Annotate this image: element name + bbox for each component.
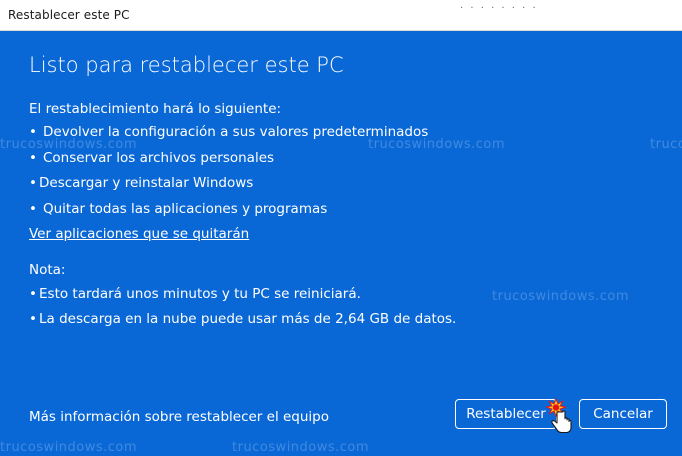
reset-actions-list: • Devolver la configuración a sus valores…: [29, 124, 428, 226]
list-item-text: Esto tardará unos minutos y tu PC se rei…: [39, 286, 361, 302]
list-item-text: La descarga en la nube puede usar más de…: [39, 311, 457, 327]
bullet: •: [29, 175, 37, 191]
dialog-content: trucoswindows.com trucoswindows.com truc…: [0, 31, 682, 456]
reset-pc-dialog: Restablecer este PC · · · · · · · · truc…: [0, 0, 682, 456]
bullet: •: [29, 200, 37, 217]
title-bar: Restablecer este PC · · · · · · · ·: [0, 0, 682, 31]
watermark: trucoswindows.com: [650, 137, 682, 152]
title-bar-dots: · · · · · · · ·: [460, 3, 538, 14]
view-removed-apps-link[interactable]: Ver aplicaciones que se quitarán: [29, 226, 249, 242]
list-item: • Esto tardará unos minutos y tu PC se re…: [29, 286, 456, 311]
bullet: •: [29, 124, 37, 140]
bullet: •: [29, 286, 37, 302]
more-info-link[interactable]: Más información sobre restablecer el equ…: [29, 409, 329, 425]
intro-text: El restablecimiento hará lo siguiente:: [29, 101, 282, 117]
cancel-button[interactable]: Cancelar: [579, 399, 667, 429]
list-item: • La descarga en la nube puede usar más d…: [29, 311, 456, 336]
page-title: Listo para restablecer este PC: [29, 53, 344, 77]
list-item: • Quitar todas las aplicaciones y program…: [29, 201, 428, 227]
window-title: Restablecer este PC: [8, 8, 130, 22]
list-item: • Descargar y reinstalar Windows: [29, 175, 428, 201]
reset-button[interactable]: Restablecer: [455, 399, 557, 429]
watermark: trucoswindows.com: [492, 289, 630, 304]
note-label: Nota:: [29, 262, 66, 278]
list-item-text: Descargar y reinstalar Windows: [39, 175, 254, 191]
list-item-text: Conservar los archivos personales: [43, 149, 275, 166]
list-item: • Devolver la configuración a sus valores…: [29, 124, 428, 150]
notes-list: • Esto tardará unos minutos y tu PC se re…: [29, 286, 456, 336]
watermark: trucoswindows.com: [232, 440, 370, 455]
bullet: •: [29, 311, 37, 327]
list-item: • Conservar los archivos personales: [29, 150, 428, 176]
list-item-text: Devolver la configuración a sus valores …: [43, 124, 429, 140]
bullet: •: [29, 149, 37, 166]
list-item-text: Quitar todas las aplicaciones y programa…: [43, 200, 328, 217]
watermark: trucoswindows.com: [0, 440, 138, 455]
